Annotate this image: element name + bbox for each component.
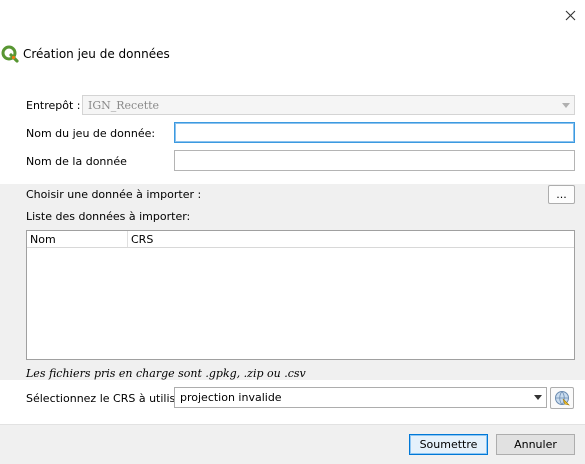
data-name-input[interactable] (175, 151, 574, 170)
crs-value: projection invalide (180, 391, 282, 404)
browse-file-button[interactable]: ... (548, 185, 575, 204)
data-name-label: Nom de la donnée (26, 155, 127, 168)
close-icon (565, 10, 575, 20)
dataset-name-input[interactable] (175, 123, 574, 142)
column-header-crs[interactable]: CRS (128, 231, 574, 247)
submit-button[interactable]: Soumettre (409, 434, 488, 455)
dataset-name-label: Nom du jeu de donnée: (26, 127, 156, 140)
crs-select[interactable]: projection invalide (174, 387, 547, 408)
choose-data-label: Choisir une donnée à importer : (26, 188, 202, 201)
column-header-nom[interactable]: Nom (27, 231, 128, 247)
entrepot-label: Entrepôt : (26, 99, 81, 112)
entrepot-value: IGN_Recette (88, 98, 160, 112)
dataset-name-field[interactable] (174, 122, 575, 143)
supported-formats-hint: Les fichiers pris en charge sont .gpkg, … (26, 367, 306, 380)
table-header: Nom CRS (27, 231, 574, 248)
dialog-footer: Soumettre Annuler (0, 424, 585, 464)
dialog-title-bar: Création jeu de données (0, 44, 170, 64)
close-button[interactable] (561, 6, 579, 24)
import-list-label: Liste des données à importer: (26, 210, 191, 223)
entrepot-select[interactable]: IGN_Recette (82, 95, 575, 115)
crs-picker-button[interactable] (550, 387, 574, 409)
import-list-table[interactable]: Nom CRS (26, 230, 575, 360)
qgis-logo-icon (1, 45, 19, 63)
globe-crs-icon (555, 391, 570, 406)
crs-label: Sélectionnez le CRS à utiliser: (26, 392, 191, 405)
data-name-field[interactable] (174, 150, 575, 171)
dialog-title: Création jeu de données (23, 47, 170, 61)
cancel-button[interactable]: Annuler (496, 434, 575, 455)
chevron-down-icon (530, 388, 546, 407)
chevron-down-icon (558, 96, 574, 114)
